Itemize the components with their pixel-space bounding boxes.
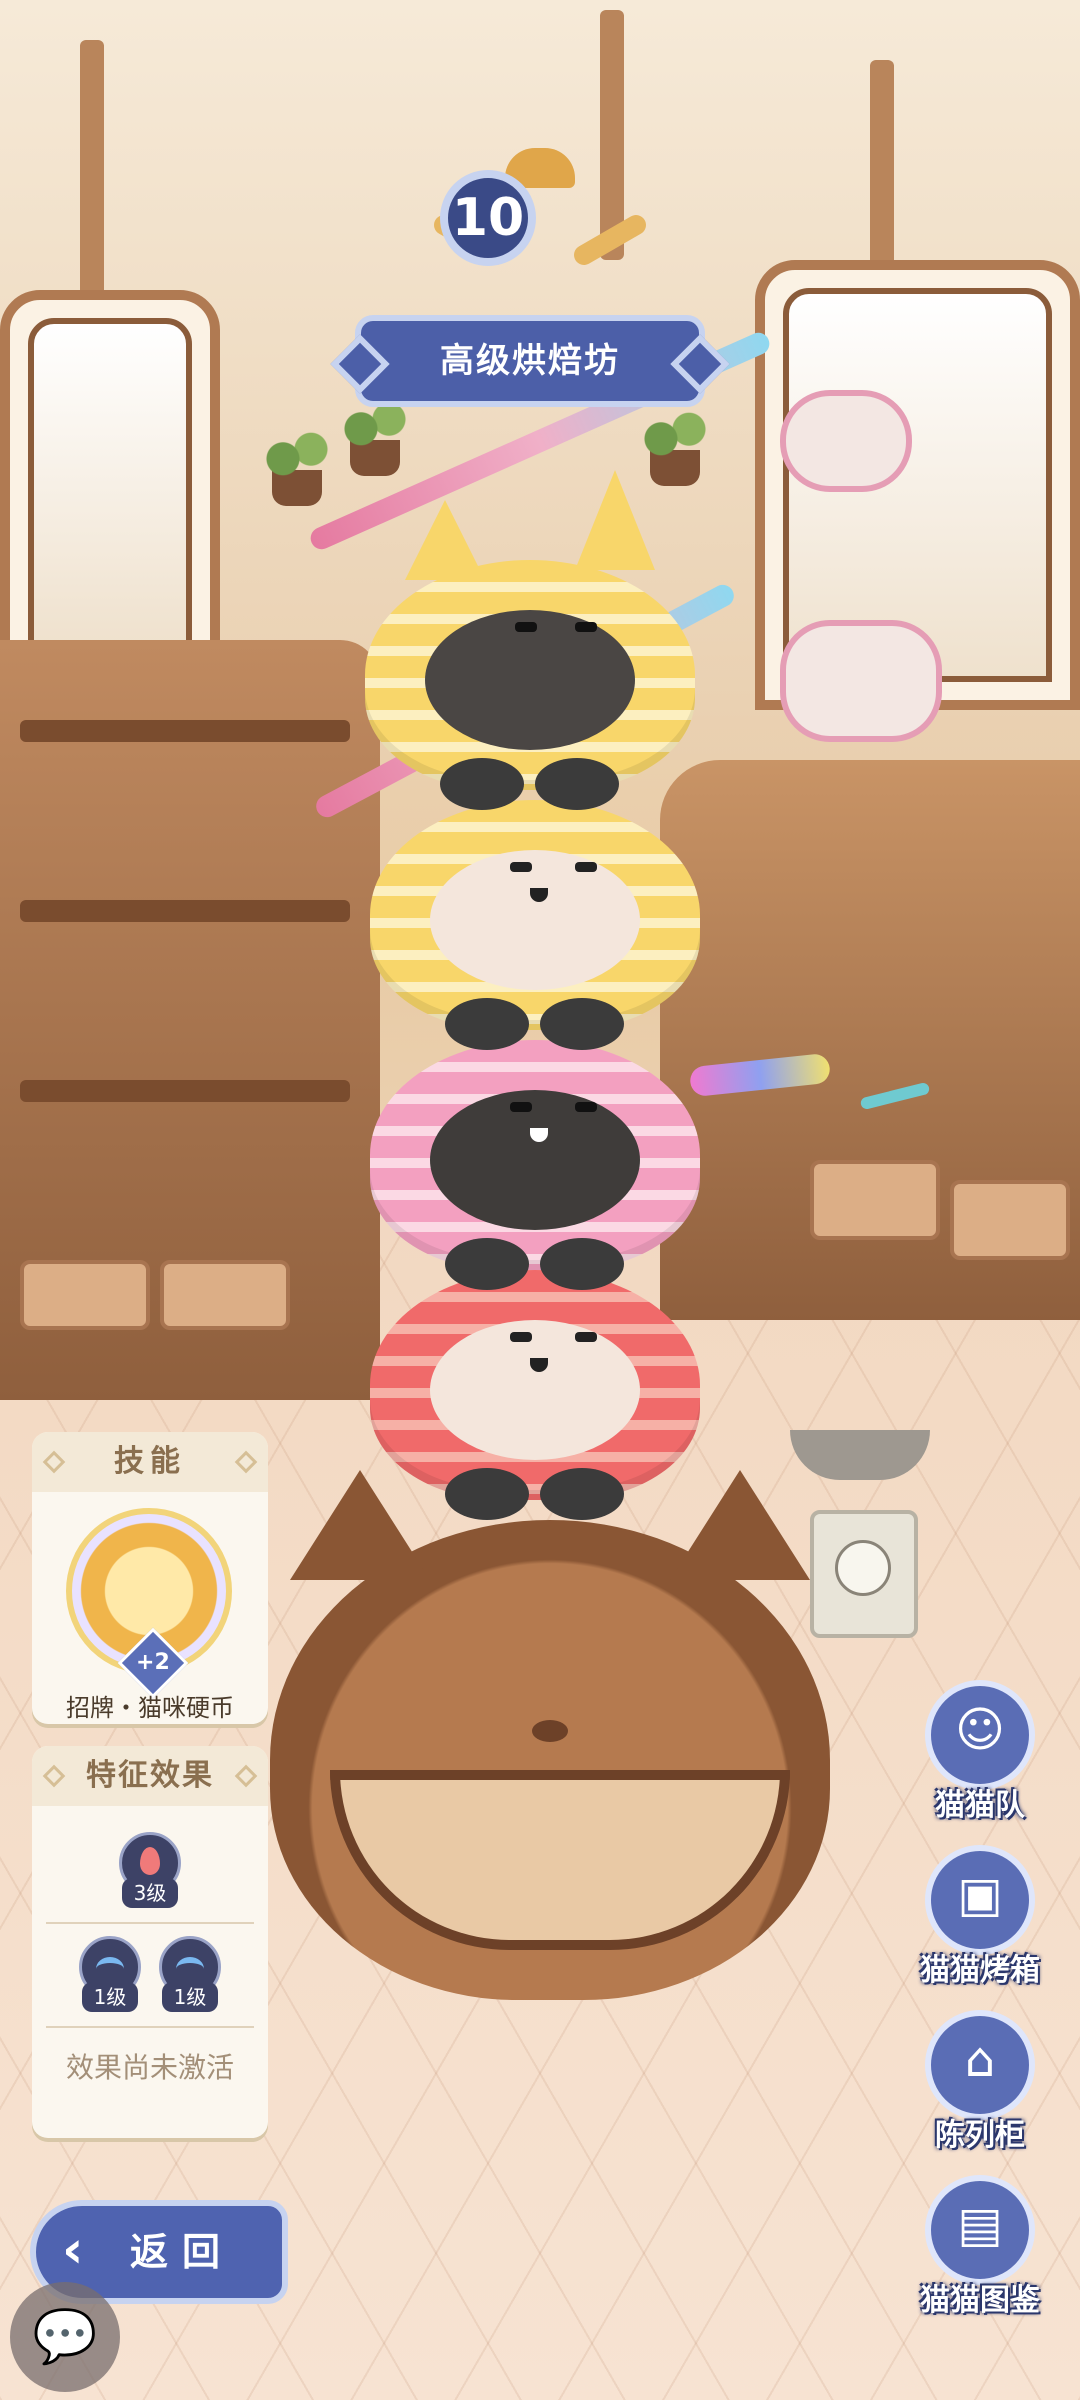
- cat-bun-red[interactable]: [370, 1270, 700, 1520]
- kitchen-scale: [790, 1430, 930, 1640]
- skill-panel-header: 技能: [32, 1432, 268, 1492]
- divider: [46, 2026, 254, 2028]
- skill-name: 招牌・猫咪硬币: [66, 1694, 234, 1722]
- display-cabinet-button[interactable]: ⌂ 陈列柜: [895, 2010, 1065, 2160]
- skill-panel[interactable]: 技能 +2 招牌・猫咪硬币: [32, 1432, 268, 1724]
- potted-plant: [262, 430, 332, 506]
- chat-bubble-icon[interactable]: 💬: [10, 2282, 120, 2392]
- skill-panel-title: 技能: [114, 1444, 186, 1479]
- potted-plant: [640, 410, 710, 486]
- cat-oven-button[interactable]: ▣ 猫猫烤箱: [895, 1845, 1065, 1995]
- smoke-cloud: [780, 390, 912, 492]
- shop-level: 10: [440, 170, 536, 266]
- left-window: [0, 290, 220, 680]
- cat-oven[interactable]: [270, 1470, 830, 2000]
- trait-panel[interactable]: 特征效果 3级 1级 1级 效果尚未激活: [32, 1746, 268, 2138]
- ceiling-beam: [870, 60, 894, 280]
- divider: [46, 1922, 254, 1924]
- trait-panel-header: 特征效果: [32, 1746, 268, 1806]
- cat-team-label: 猫猫队: [935, 1788, 1025, 1823]
- cat-encyclopedia-button[interactable]: ▤ 猫猫图鉴: [895, 2175, 1065, 2325]
- ceiling-beam: [80, 40, 104, 320]
- back-label: 返回: [130, 2230, 235, 2274]
- trait-panel-title: 特征效果: [86, 1758, 214, 1793]
- cat-team-button[interactable]: ☺ 猫猫队: [895, 1680, 1065, 1830]
- cat-bun-pink[interactable]: [370, 1040, 700, 1290]
- back-arrow-icon: ‹: [62, 2220, 84, 2280]
- smoke-cloud: [780, 620, 942, 742]
- cat-oven-label: 猫猫烤箱: [920, 1953, 1040, 1988]
- trait-level: 1级: [82, 1982, 138, 2012]
- right-counter: [660, 760, 1080, 1320]
- shop-title: 高级烘焙坊: [355, 315, 705, 407]
- cat-bun-top[interactable]: [365, 470, 695, 810]
- display-cabinet-label: 陈列柜: [935, 2118, 1025, 2153]
- trait-level: 3级: [122, 1878, 178, 1908]
- cat-bun-yellow[interactable]: [370, 800, 700, 1050]
- trait-status: 效果尚未激活: [65, 2051, 234, 2084]
- left-counter: [0, 640, 380, 1400]
- trait-level: 1级: [162, 1982, 218, 2012]
- cat-encyclopedia-label: 猫猫图鉴: [920, 2283, 1040, 2318]
- potted-plant: [340, 400, 410, 476]
